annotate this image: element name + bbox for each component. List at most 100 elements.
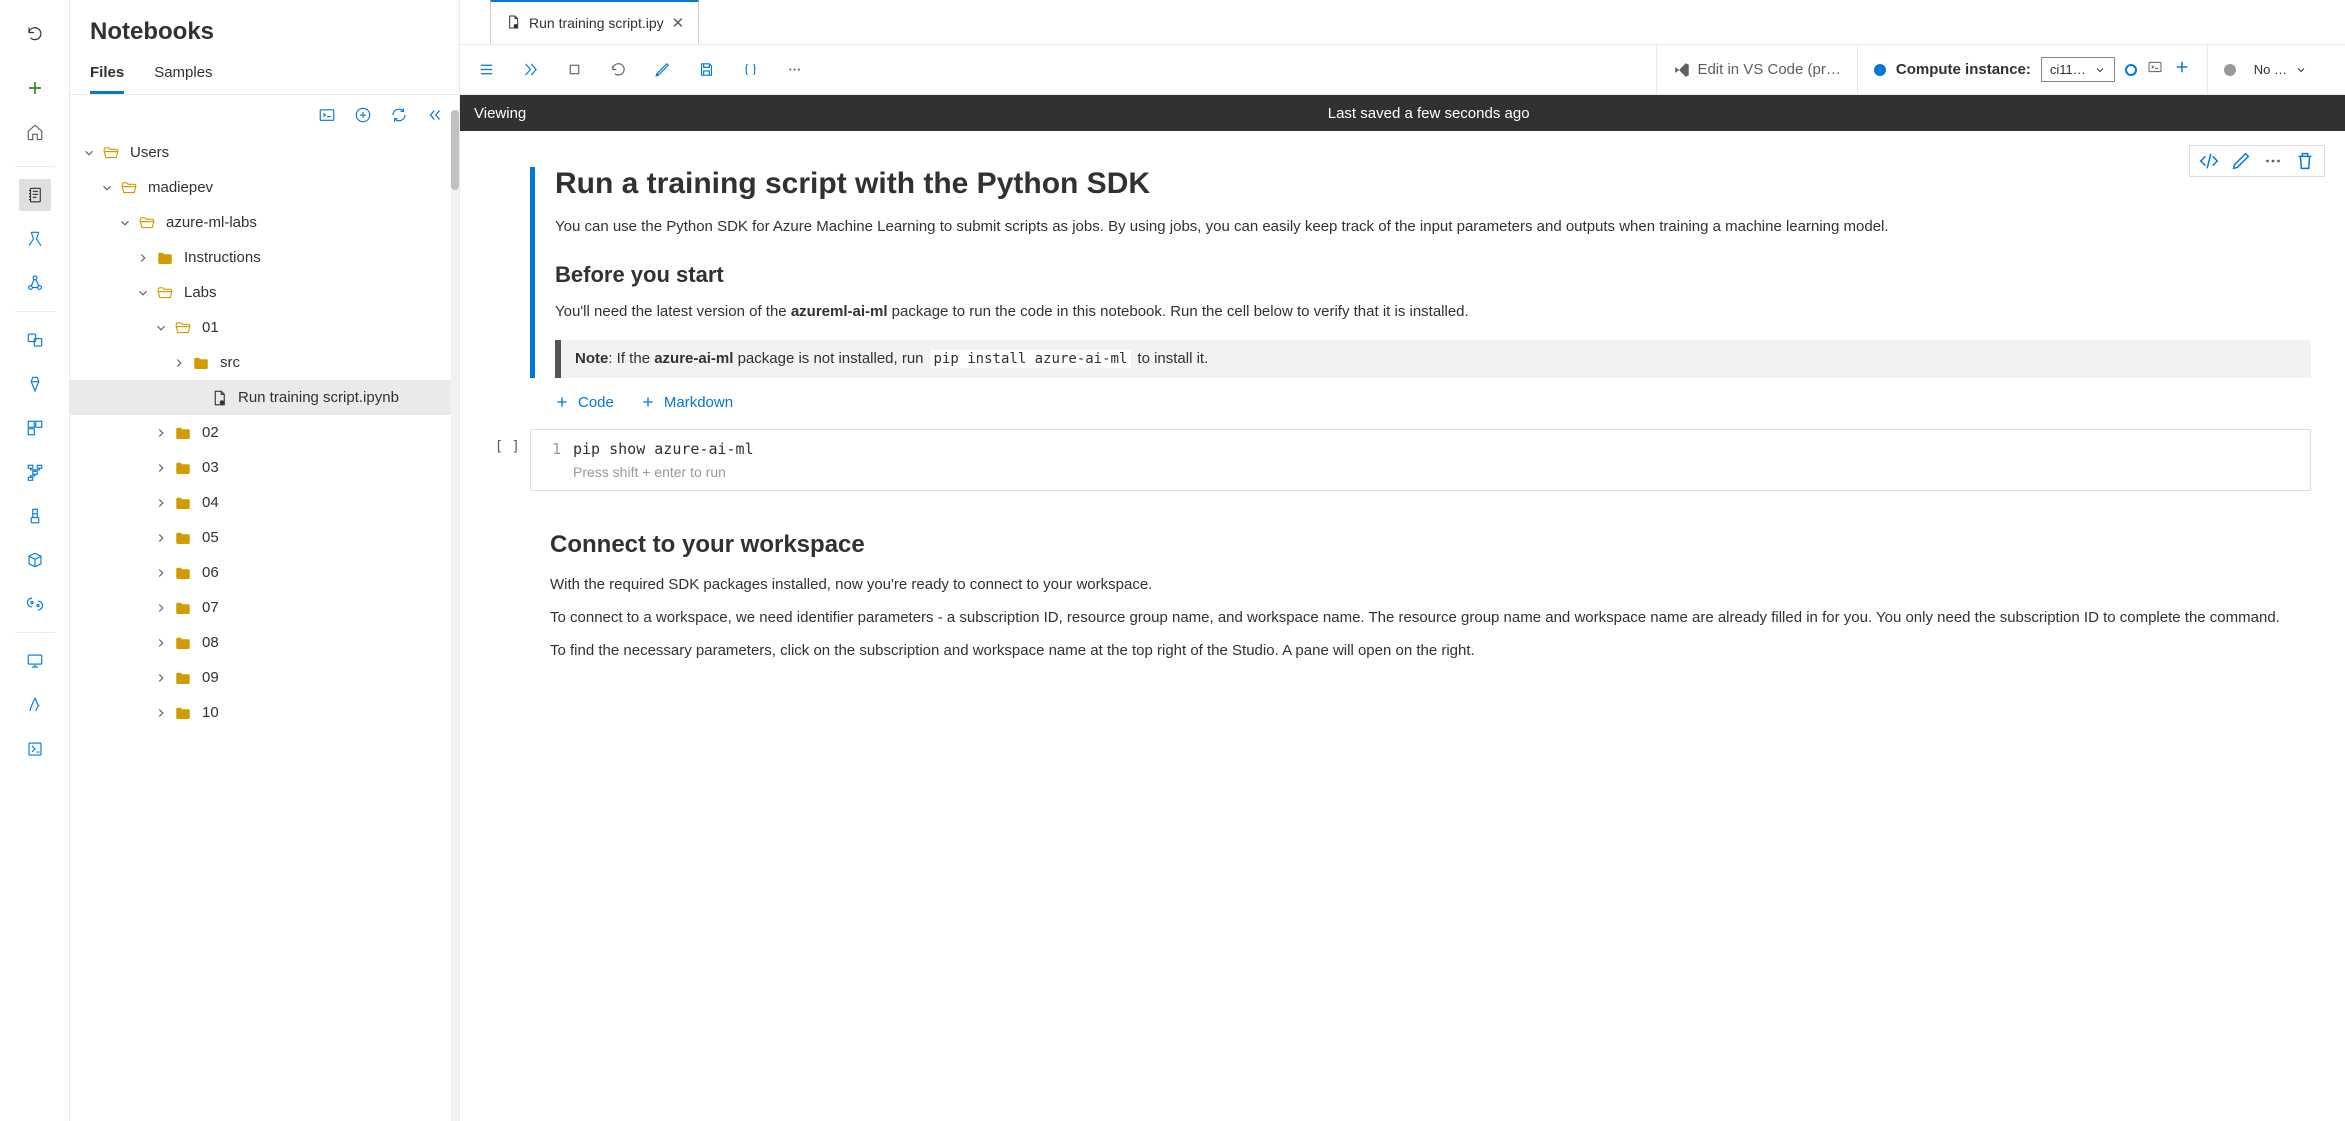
tree-lab-10[interactable]: 10 [70, 695, 459, 730]
file-tab-label: Run training script.ipy [529, 15, 664, 31]
more-icon[interactable] [782, 58, 806, 82]
compute-status-dot [1874, 64, 1886, 76]
notebooks-icon[interactable] [19, 179, 51, 211]
add-markdown-button[interactable]: Markdown [640, 394, 733, 411]
environments-icon[interactable] [19, 500, 51, 532]
compute-dropdown[interactable]: ci11… [2041, 57, 2115, 82]
edit-vscode-button[interactable]: Edit in VS Code (pr… [1673, 61, 1840, 79]
variables-icon[interactable] [738, 58, 762, 82]
notebook-editor: Run training script.ipy ✕ Edit in VS Cod… [460, 0, 2345, 1121]
cell-more-icon[interactable] [2262, 150, 2284, 172]
close-tab-icon[interactable]: ✕ [672, 14, 685, 32]
tree-azure-ml-labs[interactable]: azure-ml-labs [70, 205, 459, 240]
notebook-file-icon [505, 14, 521, 33]
tab-samples[interactable]: Samples [154, 52, 212, 94]
markdown-cell[interactable]: Run a training script with the Python SD… [530, 167, 2311, 378]
tree-users[interactable]: Users [70, 135, 459, 170]
tree-lab-01[interactable]: 01 [70, 310, 459, 345]
folder-icon [192, 354, 210, 372]
add-compute-icon[interactable] [2173, 58, 2191, 81]
note-block: Note: If the azure-ai-ml package is not … [555, 340, 2311, 378]
datastores-icon[interactable] [19, 689, 51, 721]
sidebar-title: Notebooks [70, 0, 459, 52]
folder-open-icon [156, 284, 174, 302]
tree-lab-03[interactable]: 03 [70, 450, 459, 485]
file-tree: Users madiepev azure-ml-labs Instruction… [70, 135, 459, 1121]
folder-icon [174, 704, 192, 722]
cell-prompt: [ ] [480, 429, 520, 491]
new-item-icon[interactable] [351, 103, 375, 127]
folder-icon [174, 459, 192, 477]
new-icon[interactable] [19, 72, 51, 104]
folder-open-icon [138, 214, 156, 232]
folder-icon [174, 529, 192, 547]
add-code-button[interactable]: Code [554, 394, 614, 411]
tree-src[interactable]: src [70, 345, 459, 380]
data-icon[interactable] [19, 324, 51, 356]
models-icon[interactable] [19, 544, 51, 576]
clear-output-icon[interactable] [650, 58, 674, 82]
pipelines-icon[interactable] [19, 456, 51, 488]
file-tab[interactable]: Run training script.ipy ✕ [490, 0, 699, 44]
tree-lab-02[interactable]: 02 [70, 415, 459, 450]
heading-connect: Connect to your workspace [550, 531, 2311, 559]
designer-icon[interactable] [19, 267, 51, 299]
tab-files[interactable]: Files [90, 52, 124, 94]
paragraph-prereq: You'll need the latest version of the az… [555, 300, 2311, 323]
tree-lab-04[interactable]: 04 [70, 485, 459, 520]
menu-icon[interactable] [474, 58, 498, 82]
markdown-cell-connect: Connect to your workspace With the requi… [530, 531, 2311, 663]
tree-lab-09[interactable]: 09 [70, 660, 459, 695]
kernel-status-dot [2224, 64, 2236, 76]
compute-icon[interactable] [19, 645, 51, 677]
tree-lab-06[interactable]: 06 [70, 555, 459, 590]
save-icon[interactable] [694, 58, 718, 82]
folder-icon [174, 424, 192, 442]
edit-raw-icon[interactable] [2198, 150, 2220, 172]
compute-terminal-icon[interactable] [2147, 59, 2163, 80]
edit-cell-icon[interactable] [2230, 150, 2252, 172]
stop-icon[interactable] [562, 58, 586, 82]
endpoints-icon[interactable] [19, 588, 51, 620]
folder-open-icon [120, 179, 138, 197]
scrollbar[interactable] [451, 110, 459, 1121]
folder-icon [174, 599, 192, 617]
folder-icon [174, 634, 192, 652]
tree-labs[interactable]: Labs [70, 275, 459, 310]
back-icon[interactable] [19, 18, 51, 50]
kernel-dropdown[interactable]: No … [2246, 58, 2315, 81]
refresh-icon[interactable] [387, 103, 411, 127]
paragraph-intro: You can use the Python SDK for Azure Mac… [555, 215, 2311, 238]
status-mode: Viewing [474, 105, 526, 122]
code-cell[interactable]: 1pip show azure-ai-ml Press shift + ente… [530, 429, 2311, 491]
linked-icon[interactable] [19, 733, 51, 765]
tree-lab-05[interactable]: 05 [70, 520, 459, 555]
folder-icon [174, 564, 192, 582]
run-all-icon[interactable] [518, 58, 542, 82]
folder-open-icon [174, 319, 192, 337]
tree-user[interactable]: madiepev [70, 170, 459, 205]
collapse-icon[interactable] [423, 103, 447, 127]
terminal-icon[interactable] [315, 103, 339, 127]
tree-notebook-file[interactable]: Run training script.ipynb [70, 380, 459, 415]
status-saved: Last saved a few seconds ago [1328, 105, 1530, 122]
notebook-heading: Run a training script with the Python SD… [555, 167, 2311, 201]
run-hint: Press shift + enter to run [543, 464, 2298, 480]
components-icon[interactable] [19, 412, 51, 444]
folder-icon [156, 249, 174, 267]
tree-lab-07[interactable]: 07 [70, 590, 459, 625]
compute-indicator-icon[interactable] [2125, 64, 2137, 76]
automl-icon[interactable] [19, 223, 51, 255]
folder-open-icon [102, 144, 120, 162]
jobs-icon[interactable] [19, 368, 51, 400]
file-explorer-sidebar: Notebooks Files Samples Users madiepev [70, 0, 460, 1121]
restart-icon[interactable] [606, 58, 630, 82]
home-icon[interactable] [19, 116, 51, 148]
delete-cell-icon[interactable] [2294, 150, 2316, 172]
tree-lab-08[interactable]: 08 [70, 625, 459, 660]
folder-icon [174, 494, 192, 512]
tree-instructions[interactable]: Instructions [70, 240, 459, 275]
folder-icon [174, 669, 192, 687]
left-nav-rail [0, 0, 70, 1121]
status-bar: Viewing Last saved a few seconds ago [460, 95, 2345, 131]
